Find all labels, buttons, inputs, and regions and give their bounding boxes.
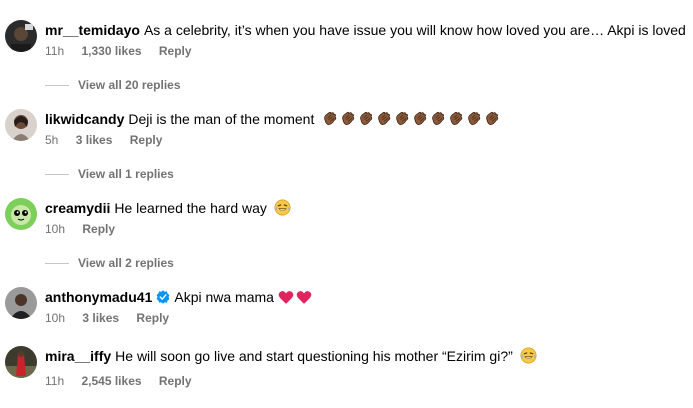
laughing-tears-emoji [520, 347, 537, 368]
clapping-hands-emoji [358, 111, 374, 131]
comment-time: 11h [45, 374, 65, 388]
comment-line: anthonymadu41 Akpi nwa mama [45, 288, 312, 309]
view-replies-button[interactable]: View all 20 replies [45, 77, 181, 93]
comment-text: As a celebrity, it’s when you have issue… [143, 22, 686, 38]
comment-line: mr__temidayo As a celebrity, it’s when yo… [45, 21, 686, 39]
avatar[interactable] [5, 287, 37, 319]
comment-meta: 10h 3 likes Reply [45, 310, 183, 326]
reply-button[interactable]: Reply [130, 133, 163, 147]
likes-count[interactable]: 1,330 likes [81, 44, 141, 58]
comment-meta: 11h 2,545 likes Reply [45, 373, 206, 389]
view-replies-button[interactable]: View all 2 replies [45, 255, 174, 271]
comment-username[interactable]: anthonymadu41 [45, 289, 152, 305]
avatar[interactable] [5, 198, 37, 230]
comment-text: He will soon go live and start questioni… [115, 348, 513, 364]
clapping-hands-emoji [322, 111, 338, 131]
divider [45, 173, 69, 175]
comment-time: 5h [45, 133, 59, 147]
comment-line: creamydii He learned the hard way [45, 199, 291, 220]
comment-line: mira__iffy He will soon go live and start… [45, 347, 537, 368]
clapping-hands-emoji-row [322, 111, 502, 127]
comment-text: Akpi nwa mama [174, 289, 274, 305]
clapping-hands-emoji [412, 111, 428, 131]
avatar[interactable] [5, 20, 37, 52]
view-replies-label: View all 1 replies [78, 167, 174, 181]
comment-line: likwidcandy Deji is the man of the moment [45, 110, 502, 131]
comment-time: 11h [45, 44, 65, 58]
view-replies-label: View all 20 replies [78, 78, 181, 92]
clapping-hands-emoji [340, 111, 356, 131]
likes-count[interactable]: 3 likes [76, 133, 113, 147]
divider [45, 262, 69, 264]
view-replies-label: View all 2 replies [78, 256, 174, 270]
clapping-hands-emoji [394, 111, 410, 131]
clapping-hands-emoji [376, 111, 392, 131]
reply-button[interactable]: Reply [159, 374, 192, 388]
clapping-hands-emoji [448, 111, 464, 131]
comment-meta: 10h Reply [45, 221, 129, 237]
reply-button[interactable]: Reply [159, 44, 192, 58]
red-heart-emoji [296, 290, 312, 309]
comment-time: 10h [45, 222, 66, 236]
clapping-hands-emoji [484, 111, 500, 131]
comment-username[interactable]: creamydii [45, 200, 110, 216]
laughing-tears-emoji [274, 199, 291, 220]
comment-meta: 5h 3 likes Reply [45, 132, 176, 148]
divider [45, 84, 69, 86]
likes-count[interactable]: 3 likes [82, 311, 119, 325]
red-heart-emoji [278, 290, 294, 309]
clapping-hands-emoji [430, 111, 446, 131]
avatar[interactable] [5, 346, 37, 378]
comment-username[interactable]: likwidcandy [45, 111, 124, 127]
comment-meta: 11h 1,330 likes Reply [45, 43, 206, 59]
comment-username[interactable]: mr__temidayo [45, 22, 140, 38]
view-replies-button[interactable]: View all 1 replies [45, 166, 174, 182]
comment-text: Deji is the man of the moment [128, 111, 315, 127]
verified-badge-icon [156, 290, 170, 308]
avatar[interactable] [5, 109, 37, 141]
comment-text: He learned the hard way [114, 200, 267, 216]
clapping-hands-emoji [466, 111, 482, 131]
comment-username[interactable]: mira__iffy [45, 348, 111, 364]
comment-time: 10h [45, 311, 66, 325]
likes-count[interactable]: 2,545 likes [81, 374, 141, 388]
reply-button[interactable]: Reply [136, 311, 169, 325]
reply-button[interactable]: Reply [82, 222, 115, 236]
